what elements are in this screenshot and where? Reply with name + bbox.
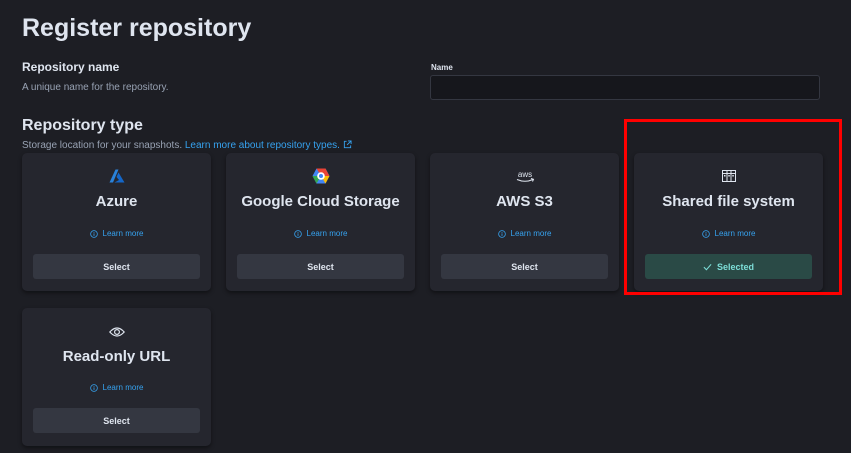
name-input[interactable]	[430, 75, 820, 100]
highlight-box	[624, 119, 842, 295]
aws-icon: aws	[430, 167, 619, 185]
card-title: Google Cloud Storage	[241, 193, 400, 210]
info-icon	[89, 383, 98, 392]
learn-more-label: Learn more	[102, 383, 144, 392]
page-title: Register repository	[22, 14, 252, 42]
repository-type-description: Storage location for your snapshots. Lea…	[22, 140, 352, 151]
select-button[interactable]: Select	[237, 254, 404, 279]
select-button[interactable]: Select	[33, 408, 200, 433]
select-label: Select	[307, 261, 334, 272]
card-title: Read-only URL	[62, 348, 171, 365]
card-title: AWS S3	[496, 193, 553, 210]
select-label: Select	[103, 415, 130, 426]
repo-card-read-only-url: Read-only URL Learn more Select	[22, 308, 211, 446]
repo-card-azure: Azure Learn more Select	[22, 153, 211, 291]
learn-more-link[interactable]: Learn more	[22, 229, 211, 238]
repo-card-gcs: Google Cloud Storage Learn more Select	[226, 153, 415, 291]
eye-icon	[22, 323, 211, 341]
select-button[interactable]: Select	[441, 254, 608, 279]
info-icon	[497, 229, 506, 238]
select-button[interactable]: Select	[33, 254, 200, 279]
name-label: Name	[431, 63, 453, 72]
learn-more-link[interactable]: Learn more	[22, 383, 211, 392]
google-cloud-icon	[226, 167, 415, 185]
repository-types-link[interactable]: Learn more about repository types.	[185, 140, 352, 151]
external-link-icon	[343, 140, 352, 149]
learn-more-label: Learn more	[510, 229, 552, 238]
info-icon	[293, 229, 302, 238]
repo-card-aws-s3: aws AWS S3 Learn more Select	[430, 153, 619, 291]
select-label: Select	[103, 261, 130, 272]
select-label: Select	[511, 261, 538, 272]
learn-more-label: Learn more	[102, 229, 144, 238]
repository-types-link-label: Learn more about repository types.	[184, 140, 340, 151]
repository-name-description: A unique name for the repository.	[22, 82, 169, 93]
repository-name-title: Repository name	[22, 60, 120, 74]
learn-more-link[interactable]: Learn more	[226, 229, 415, 238]
azure-icon	[22, 167, 211, 185]
learn-more-link[interactable]: Learn more	[430, 229, 619, 238]
learn-more-label: Learn more	[306, 229, 348, 238]
aws-icon-text: aws	[517, 170, 531, 179]
card-title: Azure	[95, 193, 138, 210]
repository-type-title: Repository type	[22, 117, 143, 134]
info-icon	[89, 229, 98, 238]
repository-type-description-text: Storage location for your snapshots.	[22, 140, 183, 151]
